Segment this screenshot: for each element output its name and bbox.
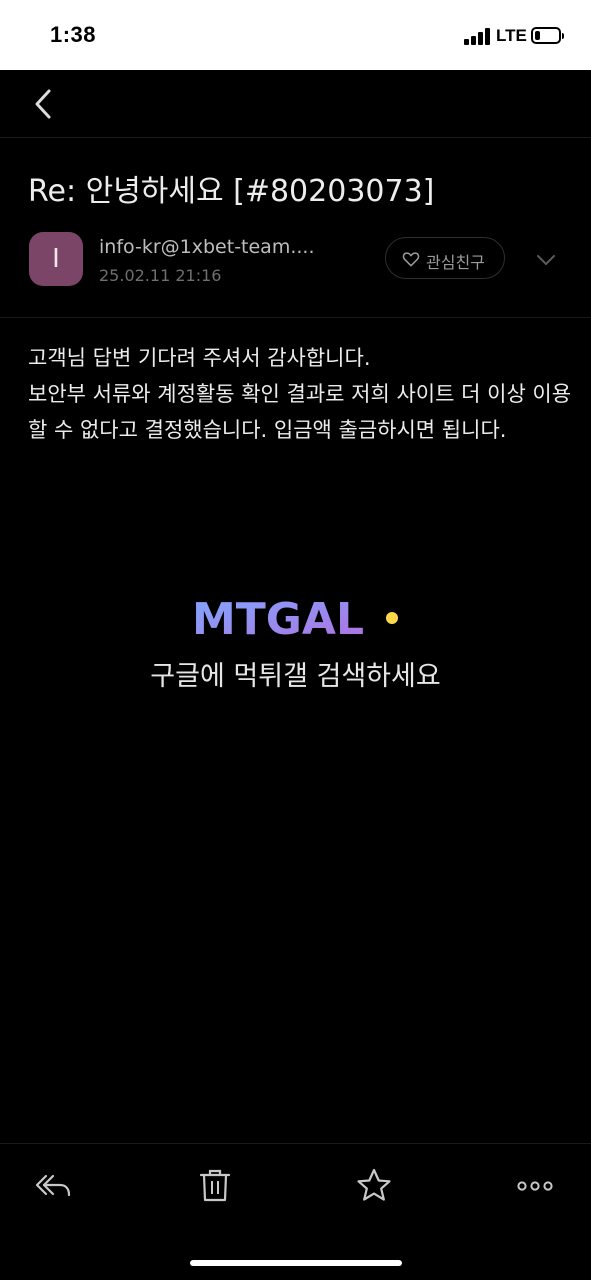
back-button[interactable] xyxy=(26,84,66,124)
watermark: MTGAL 구글에 먹튀갤 검색하세요 xyxy=(0,592,591,712)
body-line: 보안부 서류와 계정활동 확인 결과로 저희 사이트 더 이상 이용할 수 없다… xyxy=(28,382,572,442)
trash-icon xyxy=(199,1169,231,1202)
home-indicator[interactable] xyxy=(190,1260,402,1266)
mtgal-logo: MTGAL xyxy=(192,594,398,640)
svg-text:MTGAL: MTGAL xyxy=(192,594,364,640)
status-bar: 1:38 LTE xyxy=(0,0,591,70)
battery-icon xyxy=(531,27,564,44)
delete-button[interactable] xyxy=(193,1164,237,1208)
favorite-friend-button[interactable]: 관심친구 xyxy=(385,237,505,279)
sender-email[interactable]: info-kr@1xbet-team.... xyxy=(99,236,349,258)
reply-icon xyxy=(35,1174,71,1197)
chevron-down-icon xyxy=(537,255,555,265)
star-button[interactable] xyxy=(352,1164,396,1208)
email-body: 고객님 답변 기다려 주셔서 감사합니다. 보안부 서류와 계정활동 확인 결과… xyxy=(28,340,573,448)
body-line: 고객님 답변 기다려 주셔서 감사합니다. xyxy=(28,346,371,370)
email-subject: Re: 안녕하세요 [#80203073] xyxy=(28,174,435,209)
email-date: 25.02.11 21:16 xyxy=(99,266,222,285)
heart-icon xyxy=(402,252,420,267)
reply-button[interactable] xyxy=(32,1164,76,1208)
nav-bar xyxy=(0,70,591,138)
sender-row: I info-kr@1xbet-team.... 25.02.11 21:16 … xyxy=(0,228,591,298)
header-divider xyxy=(0,317,591,318)
signal-icon xyxy=(464,27,492,45)
expand-details-button[interactable] xyxy=(534,250,558,270)
more-button[interactable] xyxy=(513,1164,557,1208)
network-type: LTE xyxy=(496,26,527,45)
avatar[interactable]: I xyxy=(29,232,83,286)
more-icon xyxy=(517,1181,553,1191)
status-time: 1:38 xyxy=(50,22,97,47)
star-icon xyxy=(357,1168,391,1201)
chevron-left-icon xyxy=(35,89,51,119)
favorite-label: 관심친구 xyxy=(426,253,485,272)
watermark-caption: 구글에 먹튀갤 검색하세요 xyxy=(150,661,441,692)
